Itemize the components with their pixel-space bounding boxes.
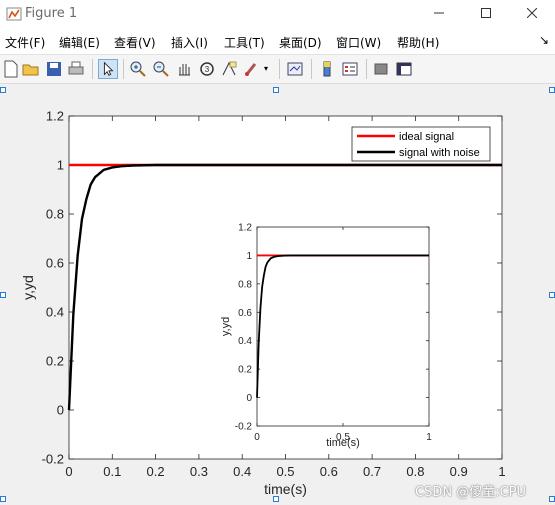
y-tick-label: -0.2: [235, 422, 253, 433]
y-tick-label: 0: [57, 403, 64, 418]
y-axis-label: y,yd: [220, 317, 232, 336]
x-tick-label: 0.9: [450, 464, 468, 479]
y-tick-label: 0: [246, 393, 252, 404]
x-tick-label: 0.5: [276, 464, 294, 479]
x-tick-label: 0.3: [190, 464, 208, 479]
x-tick-label: 0.6: [320, 464, 338, 479]
y-tick-label: 0.2: [238, 365, 252, 376]
x-tick-label: 0.7: [363, 464, 381, 479]
x-tick-label: 0.2: [147, 464, 165, 479]
y-tick-label: 0.6: [46, 256, 64, 271]
y-tick-label: 1: [57, 158, 64, 173]
x-axis-label: time(s): [264, 481, 307, 497]
y-tick-label: 0.8: [238, 279, 252, 290]
y-tick-label: -0.2: [42, 452, 64, 467]
y-tick-label: 0.2: [46, 354, 64, 369]
x-tick-label: 0.8: [406, 464, 424, 479]
y-tick-label: 1.2: [238, 223, 252, 234]
x-axis-label: time(s): [326, 437, 360, 449]
y-tick-label: 1.2: [46, 109, 64, 124]
plot-area: [256, 226, 430, 427]
legend-entry: ideal signal: [399, 131, 454, 143]
y-axis-label: y,yd: [20, 275, 36, 300]
x-tick-label: 0: [254, 432, 260, 443]
figure-canvas: -0.200.20.40.60.811.20 0.1 0.2 0.3 0.4 0.5 0.6…: [20, 109, 506, 497]
x-tick-label: 0.1: [103, 464, 121, 479]
legend-entry: signal with noise: [399, 147, 480, 159]
x-tick-label: 0: [65, 464, 72, 479]
y-tick-label: 0.8: [46, 207, 64, 222]
x-tick-label: 0.4: [233, 464, 251, 479]
y-tick-label: 1: [246, 251, 252, 262]
y-tick-label: 0.6: [238, 308, 252, 319]
x-tick-label: 1: [498, 464, 505, 479]
y-tick-label: 0.4: [238, 336, 252, 347]
x-tick-label: 1: [426, 432, 432, 443]
watermark-text: CSDN @傻童:CPU: [415, 485, 527, 500]
y-tick-label: 0.4: [46, 305, 64, 320]
legend: ideal signal signal with noise: [351, 126, 491, 162]
